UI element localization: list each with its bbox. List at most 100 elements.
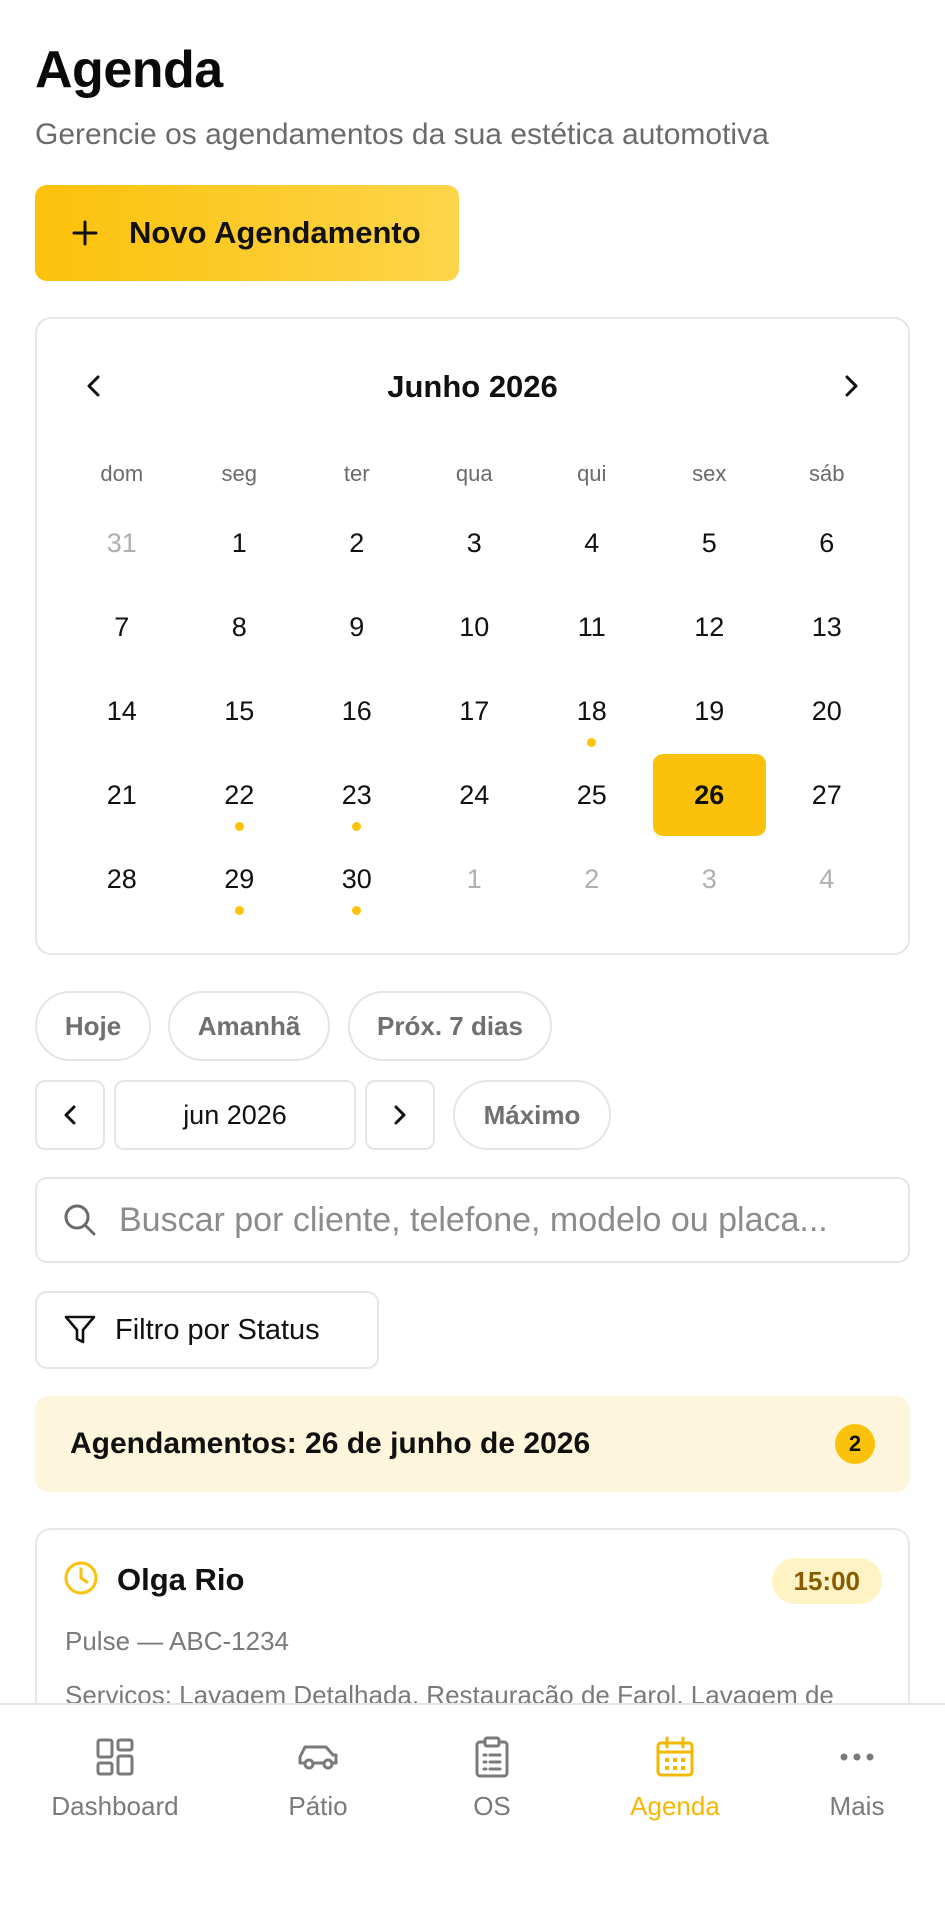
- calendar-day[interactable]: 27: [768, 753, 886, 837]
- nav-dashboard[interactable]: Dashboard: [25, 1735, 205, 1822]
- search-box: [35, 1177, 910, 1263]
- nav-os[interactable]: OS: [402, 1735, 582, 1822]
- calendar-day[interactable]: 10: [416, 585, 534, 669]
- calendar-week-row: 31 1 2 3 4 5 6: [63, 501, 886, 585]
- calendar-day[interactable]: 19: [651, 669, 769, 753]
- calendar-day[interactable]: 1: [181, 501, 299, 585]
- calendar-day-number: 11: [577, 611, 606, 642]
- calendar-day[interactable]: 20: [768, 669, 886, 753]
- nav-more-label: Mais: [829, 1791, 885, 1821]
- calendar-day-number: 22: [224, 779, 255, 810]
- nav-patio-label: Pátio: [288, 1791, 348, 1821]
- filter-icon: [64, 1315, 96, 1344]
- calendar-day-number: 19: [694, 695, 725, 726]
- new-appointment-button[interactable]: Novo Agendamento: [35, 185, 459, 281]
- calendar-day-number: 26: [694, 779, 725, 810]
- calendar-day-number: 15: [224, 695, 255, 726]
- calendar-day[interactable]: 14: [63, 669, 181, 753]
- weekday-label: sex: [692, 461, 727, 486]
- period-next-button[interactable]: [365, 1080, 435, 1150]
- calendar-day[interactable]: 1: [416, 837, 534, 921]
- dashboard-icon: [96, 1738, 134, 1776]
- calendar-day-number: 14: [106, 695, 137, 726]
- calendar-day[interactable]: 4: [533, 501, 651, 585]
- calendar-next-button[interactable]: [826, 361, 876, 411]
- calendar-day-number: 27: [811, 779, 842, 810]
- calendar-day[interactable]: 31: [63, 501, 181, 585]
- calendar-day-number: 2: [584, 863, 600, 894]
- filter-tomorrow-chip[interactable]: Amanhã: [168, 991, 330, 1061]
- calendar-day[interactable]: 16: [298, 669, 416, 753]
- calendar-day-number: 28: [106, 863, 137, 894]
- calendar-day-number: 5: [701, 527, 717, 558]
- period-max-chip[interactable]: Máximo: [453, 1080, 611, 1150]
- calendar-day[interactable]: 29: [181, 837, 299, 921]
- calendar-day-number: 8: [231, 611, 247, 642]
- calendar-day[interactable]: 5: [651, 501, 769, 585]
- filter-today-chip[interactable]: Hoje: [35, 991, 151, 1061]
- calendar-day-number: 3: [466, 527, 482, 558]
- calendar-day[interactable]: 25: [533, 753, 651, 837]
- chevron-right-icon: [394, 1105, 406, 1125]
- nav-agenda[interactable]: Agenda: [585, 1735, 765, 1822]
- search-icon: [64, 1204, 96, 1236]
- calendar-day-number: 12: [694, 611, 725, 642]
- calendar-week-row: 14 15 16 17 18 19 20: [63, 669, 886, 753]
- calendar-day[interactable]: 3: [651, 837, 769, 921]
- clock-icon: [64, 1561, 98, 1595]
- status-filter-label: Filtro por Status: [115, 1313, 320, 1346]
- calendar-day-number: 4: [819, 863, 835, 894]
- calendar-day[interactable]: 12: [651, 585, 769, 669]
- calendar-day-number: 16: [341, 695, 372, 726]
- calendar-day-number: 6: [819, 527, 835, 558]
- selected-day-banner: Agendamentos: 26 de junho de 2026 2: [35, 1396, 910, 1492]
- calendar-day[interactable]: 2: [533, 837, 651, 921]
- filter-next7-chip[interactable]: Próx. 7 dias: [348, 991, 552, 1061]
- status-filter-button[interactable]: Filtro por Status: [35, 1291, 379, 1369]
- calendar-day[interactable]: 28: [63, 837, 181, 921]
- calendar-day[interactable]: 3: [416, 501, 534, 585]
- car-icon: [298, 1745, 338, 1770]
- calendar-day-number: 13: [811, 611, 842, 642]
- calendar-day[interactable]: 13: [768, 585, 886, 669]
- weekday-label: qua: [455, 461, 493, 486]
- calendar-month-title: Junho 2026: [387, 369, 558, 404]
- calendar-day[interactable]: 9: [298, 585, 416, 669]
- calendar-day-number: 1: [466, 863, 482, 894]
- period-prev-button[interactable]: [35, 1080, 105, 1150]
- calendar-day-number: 2: [349, 527, 365, 558]
- calendar-day[interactable]: 6: [768, 501, 886, 585]
- calendar-day[interactable]: 22: [181, 753, 299, 837]
- calendar-day[interactable]: 23: [298, 753, 416, 837]
- chevron-right-icon: [845, 375, 858, 397]
- calendar-day[interactable]: 30: [298, 837, 416, 921]
- weekday-label: seg: [221, 461, 257, 486]
- calendar-day-number: 23: [341, 779, 372, 810]
- calendar: Junho 2026 dom seg ter qua qui sex sáb 31 1 2 3 4 5…: [35, 317, 910, 955]
- calendar-day-number: 25: [576, 779, 607, 810]
- nav-patio[interactable]: Pátio: [228, 1735, 408, 1822]
- calendar-day[interactable]: 21: [63, 753, 181, 837]
- calendar-grid: dom seg ter qua qui sex sáb 31 1 2 3 4 5 6 7 8 9 10 11 12 1…: [63, 461, 886, 921]
- calendar-day[interactable]: 11: [533, 585, 651, 669]
- calendar-day[interactable]: 18: [533, 669, 651, 753]
- calendar-day[interactable]: 8: [181, 585, 299, 669]
- period-month-display[interactable]: jun 2026: [114, 1080, 356, 1150]
- weekday-label: qui: [577, 461, 607, 486]
- calendar-day-number: 4: [584, 527, 600, 558]
- calendar-day-selected[interactable]: 26: [651, 753, 769, 837]
- calendar-day[interactable]: 7: [63, 585, 181, 669]
- calendar-day[interactable]: 4: [768, 837, 886, 921]
- calendar-day-number: 30: [341, 863, 372, 894]
- calendar-day-number: 9: [349, 611, 365, 642]
- nav-more[interactable]: Mais: [767, 1735, 945, 1822]
- calendar-day-number: 10: [459, 611, 490, 642]
- calendar-day-number: 18: [576, 695, 607, 726]
- search-input[interactable]: [119, 1200, 879, 1240]
- calendar-day[interactable]: 24: [416, 753, 534, 837]
- calendar-day[interactable]: 15: [181, 669, 299, 753]
- appointment-vehicle: Pulse — ABC-1234: [65, 1626, 290, 1656]
- page-title: Agenda: [35, 41, 223, 99]
- calendar-day[interactable]: 2: [298, 501, 416, 585]
- calendar-day[interactable]: 17: [416, 669, 534, 753]
